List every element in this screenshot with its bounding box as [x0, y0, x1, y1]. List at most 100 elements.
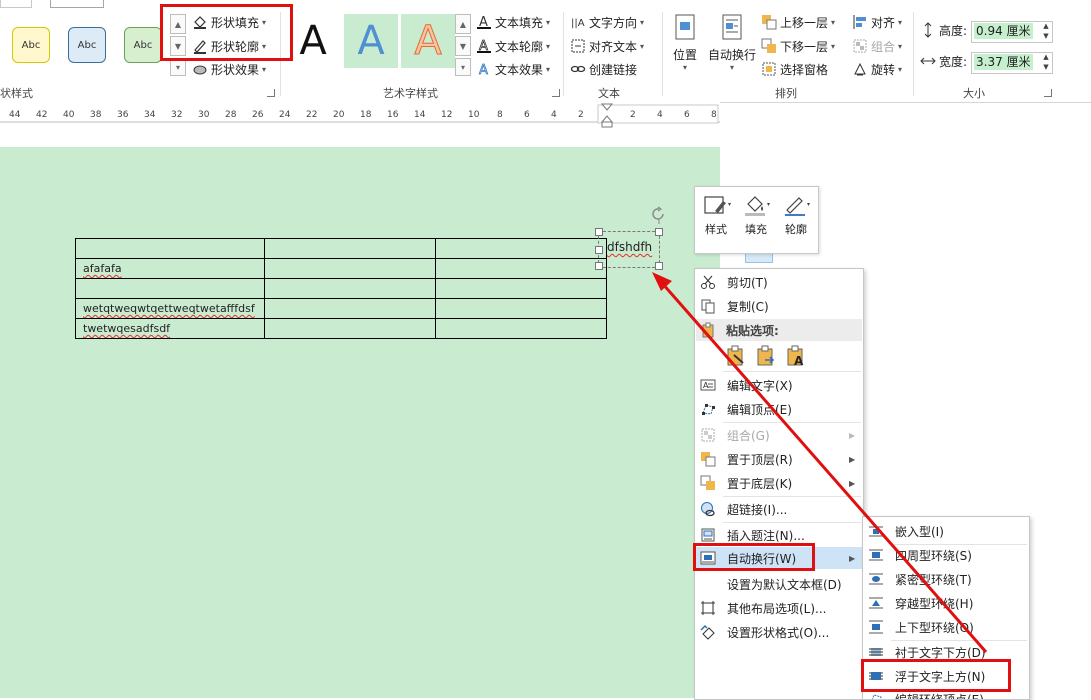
group-button[interactable]: 组合 ▾ — [852, 36, 902, 56]
submenu-item-tight[interactable]: 紧密型环绕(T) — [864, 568, 1028, 590]
menu-item-edit-points[interactable]: 编辑顶点(E) — [696, 398, 862, 420]
wordart-gallery-scroll-up[interactable]: ▲ — [455, 14, 471, 34]
submenu-item-inline[interactable]: 嵌入型(I) — [864, 520, 1028, 542]
menu-item-edit-text[interactable]: A 编辑文字(X) — [696, 374, 862, 396]
table-cell[interactable] — [435, 238, 607, 259]
table-cell[interactable] — [435, 278, 607, 299]
submenu-arrow-icon: ▶ — [849, 479, 856, 488]
table-cell[interactable] — [75, 278, 265, 299]
text-effects-button[interactable]: A 文本效果 ▾ — [476, 59, 550, 79]
table-cell[interactable] — [435, 258, 607, 279]
ribbon-tab-previous[interactable] — [0, 0, 32, 8]
paste-merge-format-icon[interactable] — [755, 345, 777, 367]
table-cell[interactable] — [264, 318, 436, 339]
align-text-button[interactable]: 对齐文本 ▾ — [570, 36, 644, 56]
position-button[interactable]: 位置 ▾ — [668, 14, 702, 76]
selected-text-box[interactable]: dfshdfh — [598, 231, 660, 268]
menu-item-copy[interactable]: 复制(C) — [696, 295, 862, 317]
width-spin-up[interactable]: ▲ — [1041, 53, 1051, 62]
selection-pane-button[interactable]: 选择窗格 — [761, 59, 828, 79]
in-front-of-text-highlight-box — [861, 659, 1011, 692]
menu-item-cut[interactable]: 剪切(T) — [696, 271, 862, 293]
wordart-style-blue[interactable]: A — [344, 14, 398, 68]
wrap-tight-icon — [868, 571, 884, 587]
shape-style-gallery-item-1[interactable]: Abc — [12, 27, 50, 63]
resize-handle[interactable] — [595, 262, 603, 270]
ruler-indent-marker[interactable] — [600, 102, 614, 129]
paste-text-only-icon[interactable]: A — [785, 345, 807, 367]
table-cell[interactable] — [264, 278, 436, 299]
ribbon-tab-format[interactable] — [50, 0, 104, 8]
bring-forward-button[interactable]: 上移一层 ▾ — [761, 12, 835, 32]
table-cell[interactable]: twetwqesadfsdf — [75, 318, 265, 339]
ruler-number: 12 — [441, 110, 453, 120]
selection-pane-icon — [761, 61, 777, 77]
align-button[interactable]: 对齐 ▾ — [852, 12, 902, 32]
submenu-arrow-icon: ▶ — [849, 554, 856, 563]
table-cell[interactable] — [264, 238, 436, 259]
resize-handle[interactable] — [655, 262, 663, 270]
wrap-square-icon — [868, 547, 884, 563]
menu-item-group[interactable]: 组合(G) ▶ — [696, 424, 862, 446]
resize-handle[interactable] — [655, 228, 663, 236]
mini-style-button[interactable]: 样式 — [697, 193, 735, 247]
width-input[interactable]: 3.37 厘米 ▲ ▼ — [971, 52, 1053, 74]
menu-separator — [723, 522, 861, 523]
width-spin-down[interactable]: ▼ — [1041, 63, 1051, 72]
menu-item-hyperlink[interactable]: 超链接(I)... — [696, 498, 862, 520]
mini-fill-button[interactable]: 填充 — [737, 193, 775, 247]
table-cell[interactable] — [264, 298, 436, 319]
table-cell[interactable] — [264, 258, 436, 279]
resize-handle[interactable] — [595, 228, 603, 236]
document-page[interactable] — [0, 147, 720, 698]
mini-toolbar: 样式 填充 轮廓 — [694, 186, 819, 254]
shape-effects-button[interactable]: 形状效果 ▾ — [192, 59, 266, 79]
menu-item-set-default-textbox[interactable]: 设置为默认文本框(D) — [696, 573, 862, 595]
shape-styles-dialog-launcher[interactable] — [267, 89, 275, 97]
ruler-number: 16 — [387, 110, 399, 120]
table-cell[interactable] — [75, 238, 265, 259]
text-outline-button[interactable]: A 文本轮廓 ▾ — [476, 36, 550, 56]
menu-separator — [723, 371, 861, 372]
mini-outline-button[interactable]: 轮廓 — [777, 193, 815, 247]
height-spin-down[interactable]: ▼ — [1041, 32, 1051, 41]
wordart-style-orange-outline[interactable]: A — [401, 14, 455, 68]
ruler-number: 30 — [198, 110, 210, 120]
wordart-gallery-more-button[interactable]: ▾ — [455, 58, 471, 76]
menu-item-more-layout-options[interactable]: 其他布局选项(L)... — [696, 597, 862, 619]
height-spin-up[interactable]: ▲ — [1041, 22, 1051, 31]
menu-item-send-to-back[interactable]: 置于底层(K) ▶ — [696, 472, 862, 494]
ruler-number: 26 — [252, 110, 264, 120]
create-link-button[interactable]: 创建链接 — [570, 59, 637, 79]
size-dialog-launcher[interactable] — [1044, 89, 1052, 97]
submenu-item-top-bottom[interactable]: 上下型环绕(O) — [864, 616, 1028, 638]
shape-effects-icon — [192, 61, 208, 77]
table-cell[interactable]: afafafa — [75, 258, 265, 279]
paste-clipboard-icon — [700, 322, 716, 341]
menu-item-bring-to-front[interactable]: 置于顶层(R) ▶ — [696, 448, 862, 470]
submenu-item-square[interactable]: 四周型环绕(S) — [864, 544, 1028, 566]
shape-style-gallery-item-2[interactable]: Abc — [68, 27, 106, 63]
table-cell[interactable] — [435, 318, 607, 339]
text-direction-button[interactable]: ||A 文字方向 ▾ — [570, 12, 644, 32]
svg-text:A: A — [479, 63, 488, 77]
menu-item-format-shape[interactable]: 设置形状格式(O)... — [696, 621, 862, 643]
paste-keep-source-icon[interactable] — [725, 345, 747, 367]
shape-styles-group-label: 状样式 — [0, 87, 33, 100]
rotate-handle-icon[interactable] — [651, 206, 667, 224]
table-cell[interactable] — [435, 298, 607, 319]
send-backward-button[interactable]: 下移一层 ▾ — [761, 36, 835, 56]
text-fill-button[interactable]: A 文本填充 ▾ — [476, 12, 550, 32]
submenu-item-through[interactable]: 穿越型环绕(H) — [864, 592, 1028, 614]
wrap-text-ribbon-button[interactable]: 自动换行 ▾ — [706, 14, 758, 76]
table-cell[interactable]: wetqtweqwtqettweqtwetafffdsf — [75, 298, 265, 319]
wordart-gallery-scroll-down[interactable]: ▼ — [455, 36, 471, 56]
rotate-button[interactable]: 旋转 ▾ — [852, 59, 902, 79]
shape-style-gallery-item-3[interactable]: Abc — [124, 27, 162, 63]
document-table[interactable]: afafafa wetqtweqwtqettweqtwetafffdsf twe… — [75, 238, 607, 339]
wordart-style-black[interactable]: A — [286, 14, 340, 68]
wordart-dialog-launcher[interactable] — [552, 89, 560, 97]
ruler-number: 8 — [497, 110, 503, 120]
height-input[interactable]: 0.94 厘米 ▲ ▼ — [971, 21, 1053, 43]
resize-handle[interactable] — [595, 246, 603, 254]
